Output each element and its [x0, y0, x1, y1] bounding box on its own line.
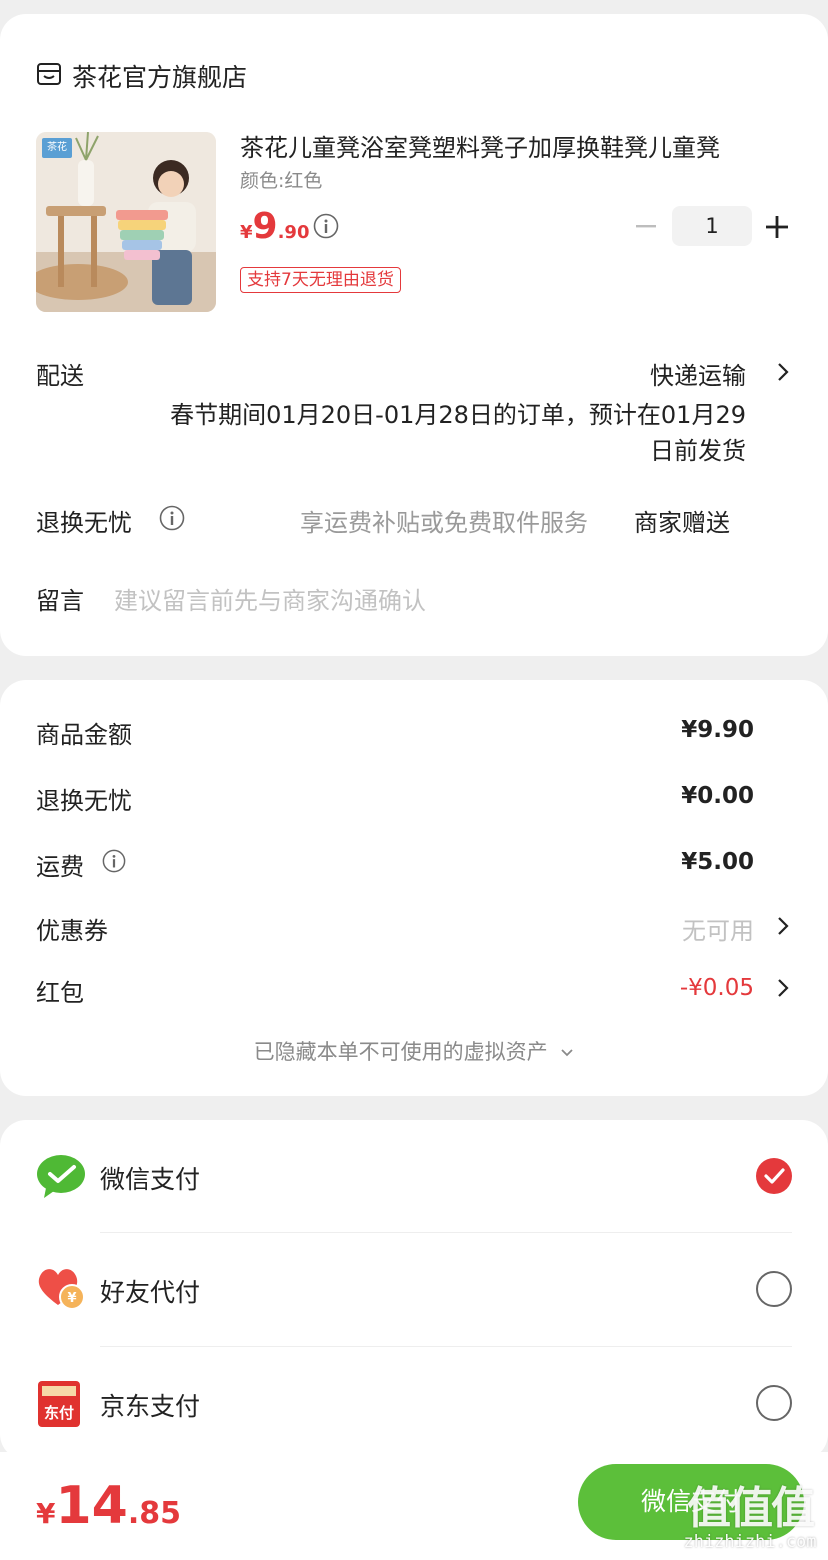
payment-option-wechat[interactable]: 微信支付	[0, 1120, 828, 1232]
quantity-increase-button[interactable]	[764, 214, 790, 240]
total-decimal: .85	[127, 1496, 182, 1531]
order-total: ¥14.85	[36, 1476, 181, 1536]
shipping-label: 运费	[36, 853, 84, 881]
redpacket-value[interactable]: -¥0.05	[554, 975, 754, 1001]
product-photo	[36, 132, 216, 312]
radio-friend[interactable]	[756, 1271, 792, 1307]
goods-amount-label: 商品金额	[36, 721, 132, 749]
return-amount-label: 退换无忧	[36, 787, 132, 815]
watermark: 值值值 zhizhizhi.com	[676, 1472, 824, 1556]
checkout-bar: ¥14.85 微信支付 值值值 zhizhizhi.com	[0, 1452, 828, 1560]
hidden-assets-note: 已隐藏本单不可使用的虚拟资产	[253, 1040, 548, 1064]
delivery-note-line1: 春节期间01月20日-01月28日的订单，预计在01月29	[170, 401, 746, 429]
product-spec: 颜色:红色	[240, 170, 323, 192]
product-title[interactable]: 茶花儿童凳浴室凳塑料凳子加厚换鞋凳儿童凳	[240, 128, 780, 163]
delivery-method[interactable]: 快递运输	[400, 356, 746, 391]
shipping-value: ¥5.00	[681, 849, 754, 875]
message-label: 留言	[36, 587, 84, 615]
return-policy-tag: 支持7天无理由退货	[240, 267, 401, 293]
price-summary-card: 商品金额 ¥9.90 退换无忧 ¥0.00 运费 ¥5.00 优惠券 无可用 红…	[0, 680, 828, 1096]
quantity-decrease-button[interactable]	[634, 214, 658, 238]
shipping-info-icon[interactable]	[102, 849, 126, 873]
payment-methods-card: 微信支付 ¥ 好友代付 东付 京东支付	[0, 1120, 828, 1460]
order-item-card: 茶花官方旗舰店 茶花 茶花儿童凳浴室凳塑料凳子加厚换鞋凳儿童凳 颜色:红色 ¥9…	[0, 14, 828, 656]
price-info-icon[interactable]	[313, 213, 339, 239]
jd-pay-icon: 东付	[38, 1381, 80, 1427]
goods-amount-value: ¥9.90	[681, 717, 754, 743]
watermark-url: zhizhizhi.com	[683, 1532, 817, 1552]
chevron-down-icon	[561, 1049, 573, 1057]
return-service-label: 退换无忧	[36, 509, 132, 537]
redpacket-label: 红包	[36, 979, 84, 1007]
return-service-info-icon[interactable]	[159, 505, 185, 531]
chevron-right-icon[interactable]	[776, 915, 790, 937]
coupon-label: 优惠券	[36, 917, 108, 945]
payment-option-friend[interactable]: ¥ 好友代付	[0, 1233, 828, 1346]
friend-pay-icon: ¥	[38, 1269, 85, 1310]
svg-text:¥: ¥	[67, 1291, 76, 1306]
quantity-input[interactable]: 1	[672, 206, 752, 246]
message-input[interactable]: 建议留言前先与商家沟通确认	[114, 581, 426, 616]
total-symbol: ¥	[36, 1497, 56, 1530]
total-integer: 14	[55, 1476, 128, 1536]
store-name[interactable]: 茶花官方旗舰店	[72, 58, 247, 94]
wechat-pay-icon	[37, 1155, 85, 1198]
brand-badge: 茶花	[42, 138, 72, 158]
store-icon	[37, 63, 61, 85]
price-integer: 9	[252, 206, 278, 247]
payment-label-wechat: 微信支付	[100, 1165, 201, 1194]
product-image[interactable]: 茶花	[36, 132, 216, 312]
price-symbol: ¥	[240, 222, 253, 243]
delivery-label: 配送	[36, 362, 84, 390]
hidden-assets-toggle[interactable]: 已隐藏本单不可使用的虚拟资产	[0, 1036, 828, 1066]
return-amount-value: ¥0.00	[681, 783, 754, 809]
delivery-note-line2: 日前发货	[650, 437, 746, 465]
chevron-right-icon[interactable]	[776, 361, 790, 383]
return-service-value[interactable]: 商家赠送	[634, 503, 730, 538]
watermark-logo: 值值值	[687, 1483, 815, 1534]
payment-label-friend: 好友代付	[100, 1278, 201, 1307]
check-icon	[764, 1168, 785, 1184]
chevron-right-icon[interactable]	[776, 977, 790, 999]
price-decimal: .90	[277, 222, 310, 243]
payment-option-jd[interactable]: 东付 京东支付	[0, 1347, 828, 1460]
radio-wechat-selected[interactable]	[756, 1158, 792, 1194]
radio-jd[interactable]	[756, 1385, 792, 1421]
jd-icon-text: 东付	[43, 1404, 74, 1422]
product-price: ¥9.90	[240, 206, 309, 247]
return-service-desc: 享运费补贴或免费取件服务	[300, 509, 588, 537]
payment-label-jd: 京东支付	[100, 1392, 201, 1421]
coupon-value[interactable]: 无可用	[554, 911, 754, 946]
